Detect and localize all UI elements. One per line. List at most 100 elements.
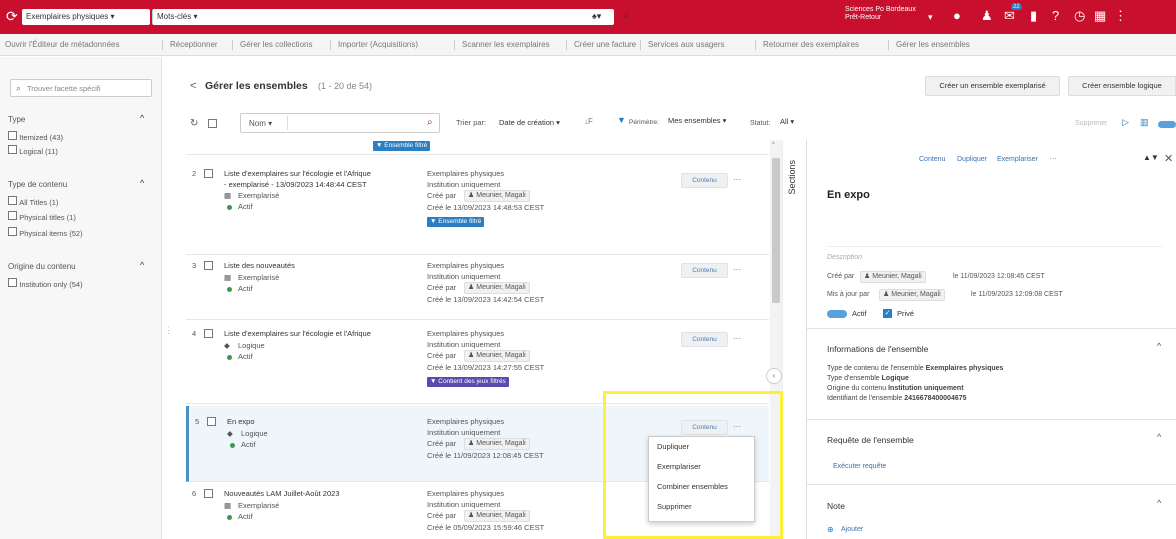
panel-itemize-link[interactable]: Exemplariser xyxy=(997,156,1038,163)
set-name-link[interactable]: En expo xyxy=(227,417,255,427)
scrollbar-thumb[interactable] xyxy=(772,158,780,303)
chevron-up-icon[interactable]: ^ xyxy=(140,113,144,123)
name-field-select[interactable]: Nom ▾ xyxy=(249,119,272,128)
set-name-link[interactable]: Nouveautés LAM Juillet-Août 2023 xyxy=(224,489,340,499)
delete-button[interactable]: Supprimer xyxy=(1075,120,1107,127)
updater-chip[interactable]: ♟ Meunier, Magali xyxy=(879,289,945,301)
search-icon[interactable]: ⌕ xyxy=(624,10,630,21)
chevron-up-icon[interactable]: ^ xyxy=(140,260,144,270)
close-icon[interactable]: ✕ xyxy=(1164,152,1173,165)
history-icon[interactable]: ◷ xyxy=(1074,9,1085,23)
menu-item-duplicate[interactable]: Dupliquer xyxy=(657,442,689,451)
table-row[interactable]: 3 Liste des nouveautés ▦ Exemplarisé Act… xyxy=(186,255,769,320)
collapse-panel-button[interactable]: ‹ xyxy=(766,368,782,384)
chevron-up-icon[interactable]: ^ xyxy=(140,178,144,188)
content-button[interactable]: Contenu xyxy=(681,173,728,188)
select-all-checkbox[interactable] xyxy=(208,119,217,128)
more-icon[interactable]: ⋮ xyxy=(1114,9,1127,23)
menu-item-invoice[interactable]: Créer une facture xyxy=(574,34,636,56)
menu-item-import[interactable]: Importer (Acquisitions) xyxy=(338,34,418,56)
sort-select[interactable]: Date de création ▾ xyxy=(499,118,560,127)
panel-content-link[interactable]: Contenu xyxy=(919,156,945,163)
refresh-icon[interactable]: ↻ xyxy=(190,118,198,129)
chevron-up-icon[interactable]: ^ xyxy=(1157,341,1161,351)
back-button[interactable]: < xyxy=(190,80,196,92)
content-button[interactable]: Contenu xyxy=(681,332,728,347)
menu-item-metadata-editor[interactable]: Ouvrir l'Éditeur de métadonnées xyxy=(5,34,119,56)
more-actions-icon[interactable]: ··· xyxy=(729,332,745,347)
row-checkbox[interactable] xyxy=(204,261,213,270)
menu-item-manage-sets[interactable]: Gérer les ensembles xyxy=(896,34,970,56)
facet-item[interactable]: Physical items (52) xyxy=(8,227,83,238)
create-logical-set-button[interactable]: Créer ensemble logique xyxy=(1068,76,1176,96)
creator-chip[interactable]: ♟ Meunier, Magali xyxy=(464,510,530,522)
lock-icon[interactable]: ▮ xyxy=(1030,9,1037,23)
run-query-link[interactable]: Exécuter requête xyxy=(833,463,886,470)
add-icon[interactable]: ⊕ xyxy=(827,525,834,534)
pin-icon[interactable]: ● xyxy=(953,9,961,23)
view-toggle[interactable] xyxy=(1158,121,1176,128)
facet-item[interactable]: Logical (11) xyxy=(8,145,58,156)
search-options-icon[interactable]: ♠▾ xyxy=(592,11,601,22)
menu-item-receive[interactable]: Réceptionner xyxy=(170,34,218,56)
creator-chip[interactable]: ♟ Meunier, Magali xyxy=(860,271,926,283)
resize-handle-icon[interactable]: ⋮ xyxy=(164,325,173,336)
menu-item-itemize[interactable]: Exemplariser xyxy=(657,462,701,471)
create-itemized-set-button[interactable]: Créer un ensemble exemplarisé xyxy=(925,76,1060,96)
chevron-up-icon[interactable]: ^ xyxy=(1157,432,1161,442)
grid-icon[interactable]: ▦ xyxy=(1094,9,1106,23)
alma-logo-icon[interactable]: ⟳ xyxy=(6,9,18,23)
menu-item-collections[interactable]: Gérer les collections xyxy=(240,34,312,56)
creator-chip[interactable]: ♟ Meunier, Magali xyxy=(464,282,530,294)
sort-direction-icon[interactable]: ↓F xyxy=(584,117,593,126)
institution-selector[interactable]: Sciences Po Bordeaux Prêt-Retour xyxy=(845,6,916,22)
creator-chip[interactable]: ♟ Meunier, Magali xyxy=(464,350,530,362)
description-field[interactable]: Description xyxy=(827,254,862,261)
set-name-link[interactable]: Liste d'exemplaires sur l'écologie et l'… xyxy=(224,169,371,179)
filter-icon[interactable]: ▼ xyxy=(617,115,626,125)
active-toggle[interactable] xyxy=(827,310,847,318)
chevron-down-icon[interactable]: ▾ xyxy=(928,10,933,24)
status-select[interactable]: All ▾ xyxy=(780,117,794,126)
more-actions-icon[interactable]: ··· xyxy=(1049,154,1057,163)
search-icon[interactable]: ⌕ xyxy=(427,117,433,128)
facet-item[interactable]: Itemized (43) xyxy=(8,131,63,142)
menu-item-combine-sets[interactable]: Combiner ensembles xyxy=(657,482,728,491)
facet-search-input[interactable]: ⌕ Trouver facette spécifi xyxy=(10,79,152,97)
more-actions-icon[interactable]: ··· xyxy=(729,173,745,188)
panel-duplicate-link[interactable]: Dupliquer xyxy=(957,156,987,163)
perimeter-select[interactable]: Mes ensembles ▾ xyxy=(668,116,726,125)
chevron-up-icon[interactable]: ^ xyxy=(1157,498,1161,508)
row-checkbox[interactable] xyxy=(207,417,216,426)
row-checkbox[interactable] xyxy=(204,329,213,338)
layout-icon[interactable]: ▷ xyxy=(1122,117,1129,128)
menu-item-return[interactable]: Retourner des exemplaires xyxy=(763,34,859,56)
row-checkbox[interactable] xyxy=(204,489,213,498)
set-name-link[interactable]: Liste des nouveautés xyxy=(224,261,295,271)
search-input[interactable]: Mots-clés ▾ xyxy=(152,9,614,25)
creator-chip[interactable]: ♟ Meunier, Magali xyxy=(464,190,530,202)
content-button[interactable]: Contenu xyxy=(681,263,728,278)
user-icon[interactable]: ♟ xyxy=(981,9,993,23)
menu-item-delete[interactable]: Supprimer xyxy=(657,502,692,511)
facet-item[interactable]: Physical titles (1) xyxy=(8,211,76,222)
table-row[interactable]: 2 Liste d'exemplaires sur l'écologie et … xyxy=(186,163,769,255)
menu-item-scan[interactable]: Scanner les exemplaires xyxy=(462,34,550,56)
tasks-icon[interactable]: ✉ xyxy=(1004,9,1015,23)
help-icon[interactable]: ? xyxy=(1052,9,1059,23)
split-view-icon[interactable]: ▥ xyxy=(1140,117,1149,128)
prev-next-icon[interactable]: ▲▼ xyxy=(1143,153,1159,162)
private-checkbox[interactable]: ✓ xyxy=(883,309,892,318)
scroll-up-icon[interactable]: ^ xyxy=(772,142,775,148)
more-actions-icon[interactable]: ··· xyxy=(729,263,745,278)
facet-item[interactable]: All Titles (1) xyxy=(8,196,58,207)
sections-tab[interactable]: Sections xyxy=(787,160,797,195)
search-scope-select[interactable]: Exemplaires physiques ▾ xyxy=(22,9,150,25)
set-name-link[interactable]: Liste d'exemplaires sur l'écologie et l'… xyxy=(224,329,371,339)
menu-item-patron-services[interactable]: Services aux usagers xyxy=(648,34,724,56)
creator-chip[interactable]: ♟ Meunier, Magali xyxy=(464,438,530,450)
add-note-link[interactable]: Ajouter xyxy=(841,526,863,533)
facet-item[interactable]: Institution only (54) xyxy=(8,278,83,289)
row-checkbox[interactable] xyxy=(204,169,213,178)
name-search-input[interactable]: Nom ▾ ⌕ xyxy=(240,113,440,133)
